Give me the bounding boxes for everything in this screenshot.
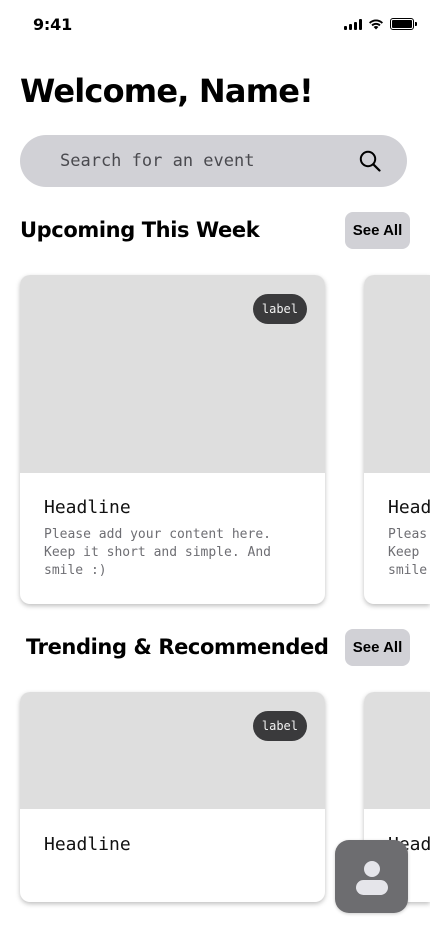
card-body-line: smile xyxy=(388,563,428,578)
card-body-line: Keep it short and simple. And xyxy=(44,545,271,560)
card-body-line: Pleas xyxy=(388,527,428,542)
status-icons xyxy=(344,18,417,30)
see-all-upcoming-button[interactable]: See All xyxy=(345,212,410,249)
card-headline: Headline xyxy=(44,497,131,518)
wifi-icon xyxy=(369,19,383,30)
card-image-placeholder xyxy=(20,692,325,809)
cellular-signal-icon xyxy=(344,18,362,30)
card-label-badge: label xyxy=(252,711,307,741)
profile-button[interactable] xyxy=(335,840,408,913)
card-body: Please add your content here. Keep it sh… xyxy=(44,526,304,580)
event-card[interactable]: label Headline xyxy=(20,692,325,902)
card-image-placeholder xyxy=(364,692,430,809)
event-card[interactable]: label Headline Please add your content h… xyxy=(20,275,325,604)
section-title-upcoming: Upcoming This Week xyxy=(20,218,260,242)
event-card-partial[interactable]: Head Pleas Keep smile xyxy=(364,275,430,604)
card-body-line: Keep xyxy=(388,545,420,560)
card-label-badge: label xyxy=(252,294,307,324)
card-body: Pleas Keep smile xyxy=(388,526,430,580)
page-title: Welcome, Name! xyxy=(20,72,314,110)
search-icon[interactable] xyxy=(359,150,381,172)
card-image-placeholder xyxy=(364,275,430,473)
person-icon xyxy=(355,860,388,895)
status-time: 9:41 xyxy=(33,15,72,34)
section-title-trending: Trending & Recommended xyxy=(26,635,329,659)
search-bar[interactable] xyxy=(20,135,407,187)
battery-icon xyxy=(390,18,417,30)
card-headline: Headline xyxy=(44,834,131,855)
card-body-line: Please add your content here. xyxy=(44,527,271,542)
card-body-line: smile :) xyxy=(44,563,107,578)
search-input[interactable] xyxy=(60,135,350,187)
card-headline: Head xyxy=(388,497,430,518)
status-bar: 9:41 xyxy=(0,0,430,50)
see-all-trending-button[interactable]: See All xyxy=(345,629,410,666)
